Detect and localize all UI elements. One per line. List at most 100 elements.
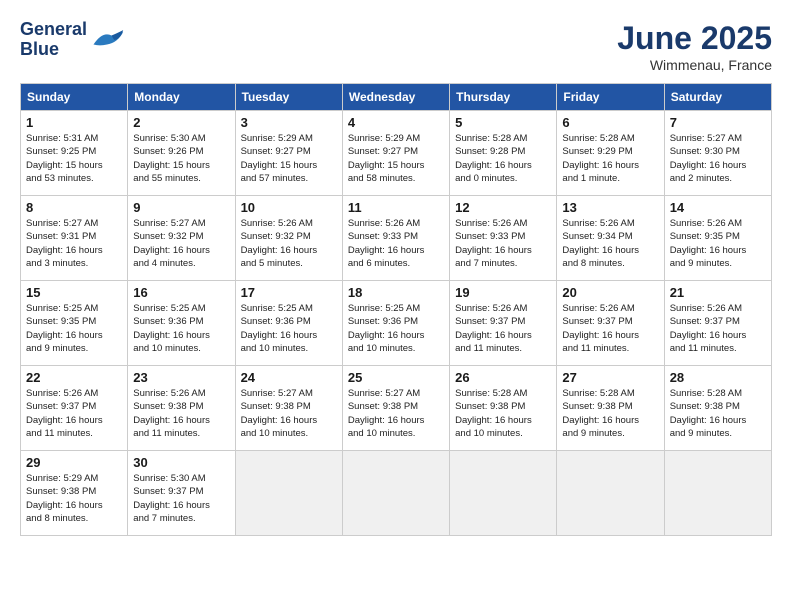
day-info: Sunrise: 5:28 AM Sunset: 9:38 PM Dayligh… — [670, 387, 766, 440]
day-info: Sunrise: 5:29 AM Sunset: 9:27 PM Dayligh… — [348, 132, 444, 185]
day-info: Sunrise: 5:29 AM Sunset: 9:27 PM Dayligh… — [241, 132, 337, 185]
day-number: 28 — [670, 370, 766, 385]
weekday-header: Tuesday — [235, 84, 342, 111]
calendar-day-cell — [342, 451, 449, 536]
calendar-day-cell: 3 Sunrise: 5:29 AM Sunset: 9:27 PM Daylig… — [235, 111, 342, 196]
day-number: 4 — [348, 115, 444, 130]
day-number: 1 — [26, 115, 122, 130]
day-info: Sunrise: 5:25 AM Sunset: 9:36 PM Dayligh… — [133, 302, 229, 355]
calendar-day-cell: 28 Sunrise: 5:28 AM Sunset: 9:38 PM Dayli… — [664, 366, 771, 451]
day-number: 29 — [26, 455, 122, 470]
weekday-header: Sunday — [21, 84, 128, 111]
day-number: 11 — [348, 200, 444, 215]
day-info: Sunrise: 5:27 AM Sunset: 9:30 PM Dayligh… — [670, 132, 766, 185]
calendar-day-cell: 8Sunrise: 5:27 AM Sunset: 9:31 PM Daylig… — [21, 196, 128, 281]
day-number: 5 — [455, 115, 551, 130]
logo: GeneralBlue — [20, 20, 125, 60]
day-number: 21 — [670, 285, 766, 300]
weekday-header: Thursday — [450, 84, 557, 111]
calendar-day-cell: 24Sunrise: 5:27 AM Sunset: 9:38 PM Dayli… — [235, 366, 342, 451]
calendar-day-cell: 13 Sunrise: 5:26 AM Sunset: 9:34 PM Dayli… — [557, 196, 664, 281]
calendar-day-cell: 7 Sunrise: 5:27 AM Sunset: 9:30 PM Daylig… — [664, 111, 771, 196]
day-number: 18 — [348, 285, 444, 300]
calendar-day-cell: 22Sunrise: 5:26 AM Sunset: 9:37 PM Dayli… — [21, 366, 128, 451]
day-number: 20 — [562, 285, 658, 300]
day-number: 25 — [348, 370, 444, 385]
day-number: 6 — [562, 115, 658, 130]
day-number: 13 — [562, 200, 658, 215]
day-number: 12 — [455, 200, 551, 215]
calendar-day-cell: 20 Sunrise: 5:26 AM Sunset: 9:37 PM Dayli… — [557, 281, 664, 366]
day-number: 9 — [133, 200, 229, 215]
day-info: Sunrise: 5:30 AM Sunset: 9:26 PM Dayligh… — [133, 132, 229, 185]
day-info: Sunrise: 5:26 AM Sunset: 9:32 PM Dayligh… — [241, 217, 337, 270]
calendar-day-cell: 23 Sunrise: 5:26 AM Sunset: 9:38 PM Dayli… — [128, 366, 235, 451]
calendar-day-cell: 10 Sunrise: 5:26 AM Sunset: 9:32 PM Dayli… — [235, 196, 342, 281]
location: Wimmenau, France — [617, 57, 772, 73]
weekday-header: Friday — [557, 84, 664, 111]
calendar-day-cell: 5 Sunrise: 5:28 AM Sunset: 9:28 PM Daylig… — [450, 111, 557, 196]
weekday-header: Monday — [128, 84, 235, 111]
weekday-header: Wednesday — [342, 84, 449, 111]
month-title: June 2025 — [617, 20, 772, 57]
logo-bird-icon — [89, 26, 125, 54]
day-info: Sunrise: 5:30 AM Sunset: 9:37 PM Dayligh… — [133, 472, 229, 525]
calendar-day-cell: 9 Sunrise: 5:27 AM Sunset: 9:32 PM Daylig… — [128, 196, 235, 281]
day-number: 7 — [670, 115, 766, 130]
title-block: June 2025 Wimmenau, France — [617, 20, 772, 73]
day-number: 15 — [26, 285, 122, 300]
day-info: Sunrise: 5:26 AM Sunset: 9:35 PM Dayligh… — [670, 217, 766, 270]
page-header: GeneralBlue June 2025 Wimmenau, France — [20, 20, 772, 73]
calendar-day-cell: 25 Sunrise: 5:27 AM Sunset: 9:38 PM Dayli… — [342, 366, 449, 451]
day-info: Sunrise: 5:27 AM Sunset: 9:38 PM Dayligh… — [348, 387, 444, 440]
calendar-day-cell: 30 Sunrise: 5:30 AM Sunset: 9:37 PM Dayli… — [128, 451, 235, 536]
calendar-week-row: 1 Sunrise: 5:31 AM Sunset: 9:25 PM Daylig… — [21, 111, 772, 196]
day-info: Sunrise: 5:26 AM Sunset: 9:37 PM Dayligh… — [26, 387, 122, 440]
calendar-day-cell: 16Sunrise: 5:25 AM Sunset: 9:36 PM Dayli… — [128, 281, 235, 366]
weekday-header: Saturday — [664, 84, 771, 111]
calendar-week-row: 15 Sunrise: 5:25 AM Sunset: 9:35 PM Dayli… — [21, 281, 772, 366]
day-info: Sunrise: 5:26 AM Sunset: 9:37 PM Dayligh… — [562, 302, 658, 355]
calendar-day-cell — [235, 451, 342, 536]
day-number: 10 — [241, 200, 337, 215]
day-info: Sunrise: 5:28 AM Sunset: 9:28 PM Dayligh… — [455, 132, 551, 185]
day-info: Sunrise: 5:25 AM Sunset: 9:35 PM Dayligh… — [26, 302, 122, 355]
day-info: Sunrise: 5:25 AM Sunset: 9:36 PM Dayligh… — [348, 302, 444, 355]
day-info: Sunrise: 5:29 AM Sunset: 9:38 PM Dayligh… — [26, 472, 122, 525]
calendar-day-cell: 11 Sunrise: 5:26 AM Sunset: 9:33 PM Dayli… — [342, 196, 449, 281]
day-info: Sunrise: 5:26 AM Sunset: 9:38 PM Dayligh… — [133, 387, 229, 440]
calendar-table: SundayMondayTuesdayWednesdayThursdayFrid… — [20, 83, 772, 536]
calendar-day-cell: 15 Sunrise: 5:25 AM Sunset: 9:35 PM Dayli… — [21, 281, 128, 366]
day-number: 24 — [241, 370, 337, 385]
calendar-day-cell: 6Sunrise: 5:28 AM Sunset: 9:29 PM Daylig… — [557, 111, 664, 196]
day-number: 17 — [241, 285, 337, 300]
day-info: Sunrise: 5:25 AM Sunset: 9:36 PM Dayligh… — [241, 302, 337, 355]
calendar-day-cell: 1 Sunrise: 5:31 AM Sunset: 9:25 PM Daylig… — [21, 111, 128, 196]
calendar-header-row: SundayMondayTuesdayWednesdayThursdayFrid… — [21, 84, 772, 111]
day-number: 30 — [133, 455, 229, 470]
calendar-day-cell: 19 Sunrise: 5:26 AM Sunset: 9:37 PM Dayli… — [450, 281, 557, 366]
calendar-day-cell: 14 Sunrise: 5:26 AM Sunset: 9:35 PM Dayli… — [664, 196, 771, 281]
day-info: Sunrise: 5:26 AM Sunset: 9:37 PM Dayligh… — [670, 302, 766, 355]
day-info: Sunrise: 5:26 AM Sunset: 9:37 PM Dayligh… — [455, 302, 551, 355]
day-info: Sunrise: 5:28 AM Sunset: 9:38 PM Dayligh… — [455, 387, 551, 440]
day-number: 14 — [670, 200, 766, 215]
calendar-day-cell: 4 Sunrise: 5:29 AM Sunset: 9:27 PM Daylig… — [342, 111, 449, 196]
day-info: Sunrise: 5:26 AM Sunset: 9:33 PM Dayligh… — [455, 217, 551, 270]
calendar-day-cell — [664, 451, 771, 536]
calendar-day-cell: 29 Sunrise: 5:29 AM Sunset: 9:38 PM Dayli… — [21, 451, 128, 536]
day-info: Sunrise: 5:31 AM Sunset: 9:25 PM Dayligh… — [26, 132, 122, 185]
calendar-day-cell — [450, 451, 557, 536]
calendar-day-cell — [557, 451, 664, 536]
day-info: Sunrise: 5:26 AM Sunset: 9:34 PM Dayligh… — [562, 217, 658, 270]
day-number: 3 — [241, 115, 337, 130]
calendar-week-row: 22Sunrise: 5:26 AM Sunset: 9:37 PM Dayli… — [21, 366, 772, 451]
day-info: Sunrise: 5:27 AM Sunset: 9:32 PM Dayligh… — [133, 217, 229, 270]
day-number: 19 — [455, 285, 551, 300]
day-number: 23 — [133, 370, 229, 385]
calendar-day-cell: 18 Sunrise: 5:25 AM Sunset: 9:36 PM Dayli… — [342, 281, 449, 366]
day-info: Sunrise: 5:26 AM Sunset: 9:33 PM Dayligh… — [348, 217, 444, 270]
logo-text: GeneralBlue — [20, 20, 87, 60]
calendar-day-cell: 17 Sunrise: 5:25 AM Sunset: 9:36 PM Dayli… — [235, 281, 342, 366]
calendar-day-cell: 26Sunrise: 5:28 AM Sunset: 9:38 PM Dayli… — [450, 366, 557, 451]
